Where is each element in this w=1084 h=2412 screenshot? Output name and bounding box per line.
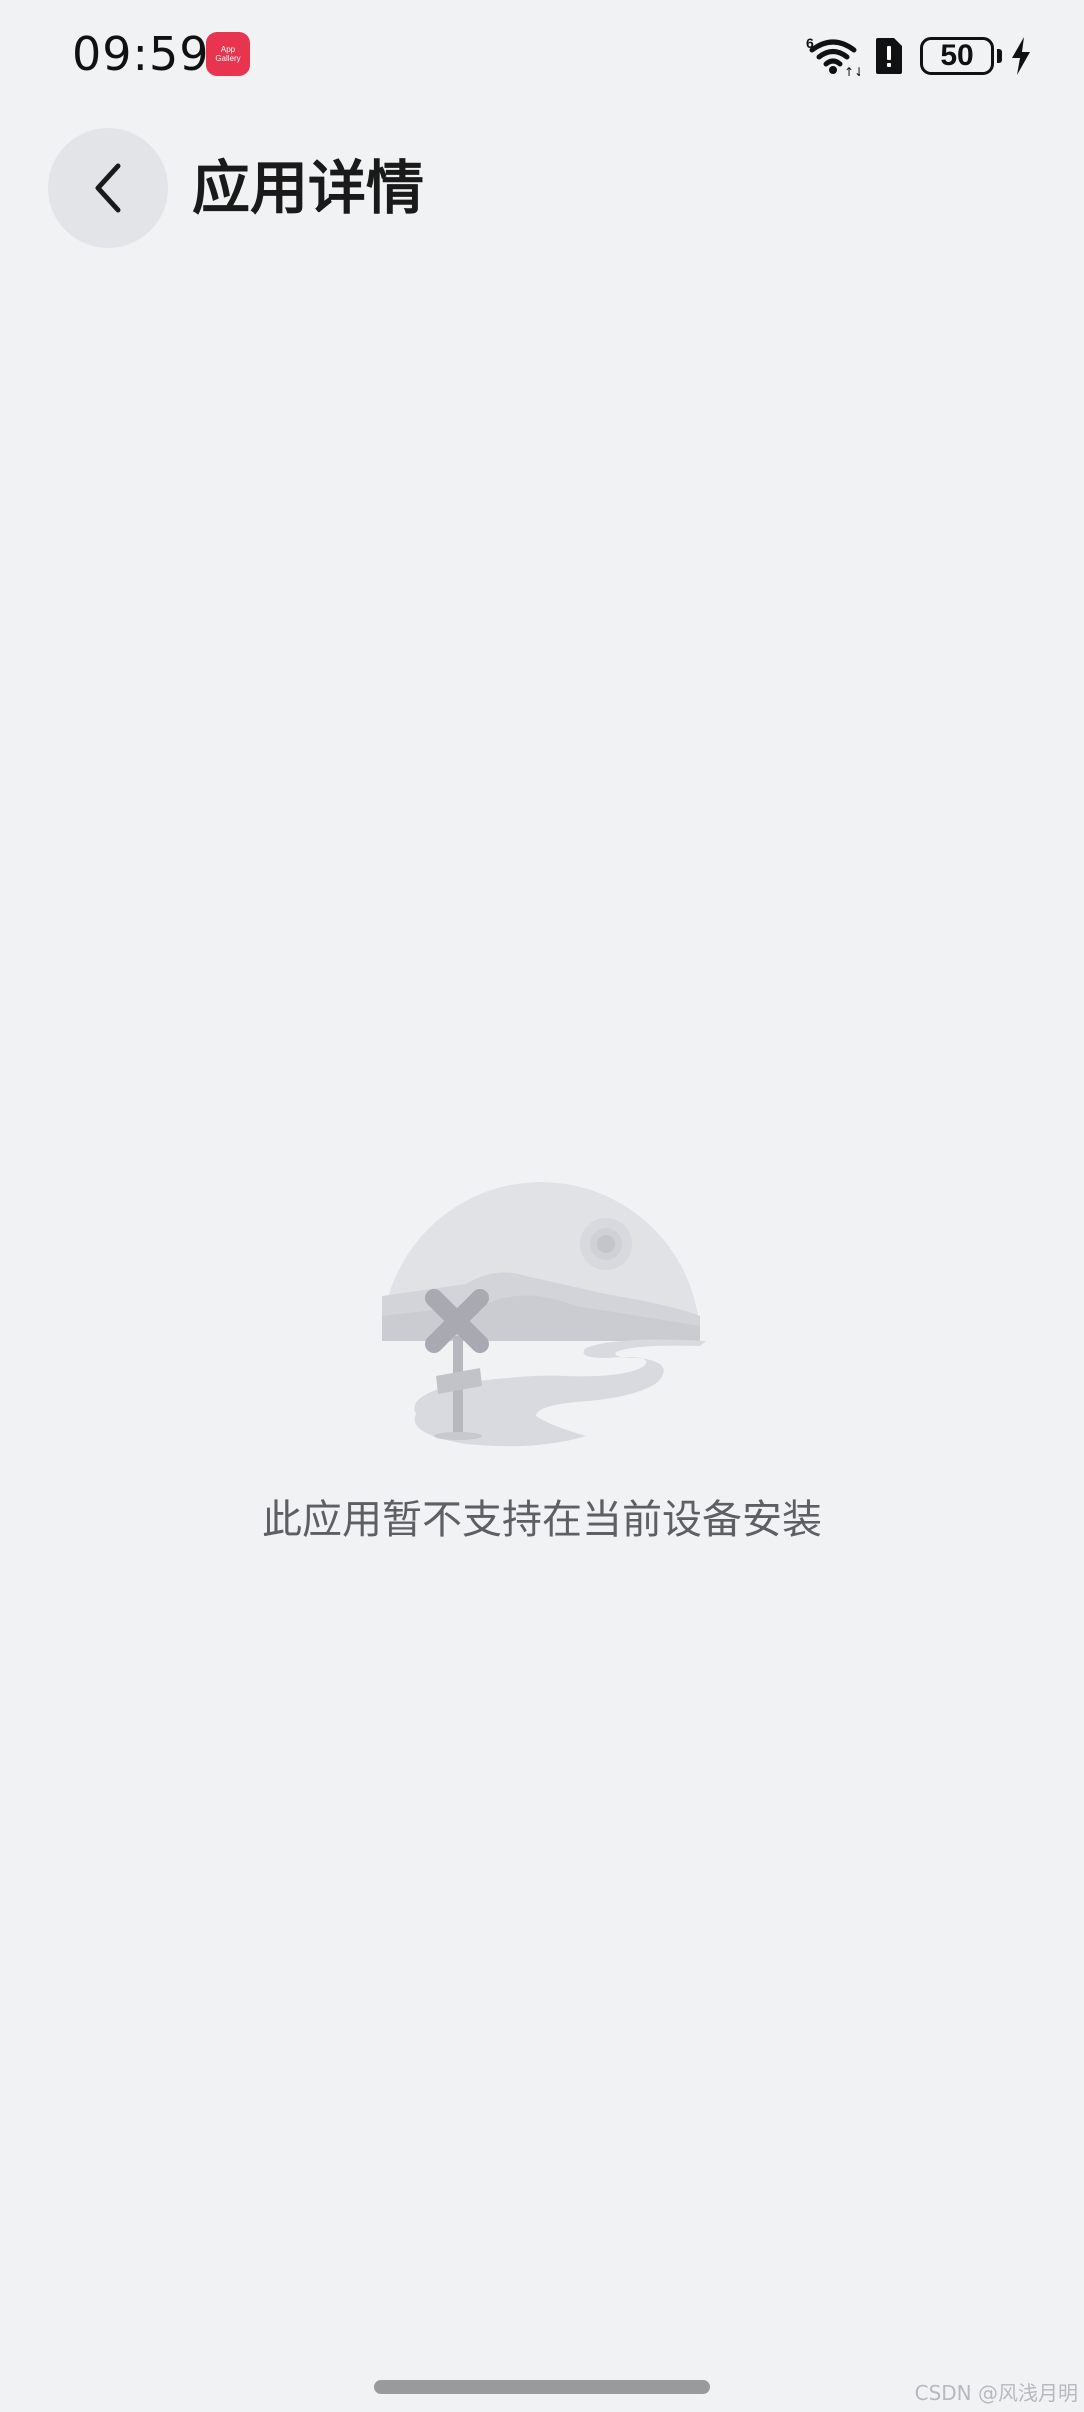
unsupported-landscape-illustration bbox=[382, 1182, 706, 1447]
wifi-icon: 6 ↑↓ bbox=[806, 35, 860, 78]
back-button[interactable] bbox=[48, 128, 168, 248]
battery-cap bbox=[997, 49, 1002, 63]
watermark: CSDN @风浅月明 bbox=[914, 2381, 1078, 2405]
unsupported-message: 此应用暂不支持在当前设备安装 bbox=[262, 1497, 822, 1543]
battery-level: 50 bbox=[940, 39, 974, 72]
status-bar: 09:59 App Gallery 6 ↑↓ 50 bbox=[0, 0, 1084, 110]
home-indicator[interactable] bbox=[374, 2380, 710, 2394]
page-title: 应用详情 bbox=[192, 154, 425, 222]
chevron-left-icon bbox=[95, 163, 121, 213]
battery-icon: 50 bbox=[920, 37, 994, 75]
sim-alert-icon bbox=[876, 38, 902, 74]
app-icon-line1: App bbox=[220, 45, 236, 54]
status-icons: 6 ↑↓ 50 bbox=[806, 34, 1032, 78]
app-gallery-icon: App Gallery bbox=[206, 32, 250, 76]
wifi-arrows: ↑↓ bbox=[844, 65, 860, 78]
charging-icon bbox=[1012, 37, 1030, 75]
status-time: 09:59 bbox=[72, 27, 210, 81]
app-icon-line2: Gallery bbox=[215, 54, 241, 63]
